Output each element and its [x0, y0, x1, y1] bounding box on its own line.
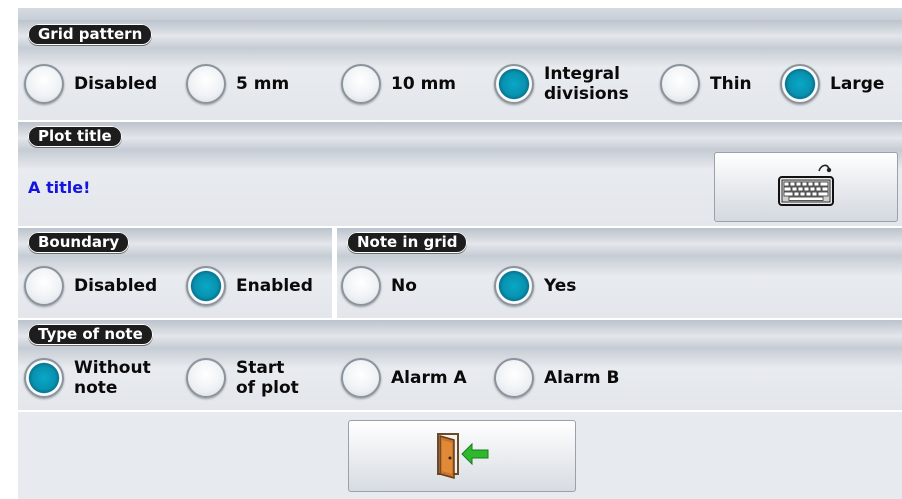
grid-option-large[interactable]: Large	[780, 64, 884, 104]
settings-window: Grid pattern Disabled 5 mm 10 mm Integra…	[18, 8, 902, 499]
exit-door-icon	[432, 428, 492, 484]
grid-pattern-tab: Grid pattern	[28, 24, 153, 45]
radio-button[interactable]	[341, 266, 381, 306]
top-strip	[18, 8, 902, 20]
radio-button[interactable]	[494, 358, 534, 398]
radio-button-checked[interactable]	[494, 64, 534, 104]
radio-button[interactable]	[660, 64, 700, 104]
option-label: Alarm A	[391, 368, 467, 388]
radio-button-checked[interactable]	[780, 64, 820, 104]
note-option-without-note[interactable]: Without note	[24, 358, 151, 398]
option-label: Enabled	[236, 276, 313, 296]
radio-button-checked[interactable]	[186, 266, 226, 306]
radio-button[interactable]	[341, 64, 381, 104]
option-label: Integral divisions	[544, 64, 629, 104]
note-option-start-of-plot[interactable]: Start of plot	[186, 358, 299, 398]
option-label: Disabled	[74, 74, 158, 94]
radio-button-checked[interactable]	[24, 358, 64, 398]
option-label: Without note	[74, 358, 151, 398]
note-option-alarm-a[interactable]: Alarm A	[341, 358, 467, 398]
option-label: Yes	[544, 276, 577, 296]
grid-option-disabled[interactable]: Disabled	[24, 64, 157, 104]
boundary-tab: Boundary	[28, 232, 130, 253]
boundary-option-enabled[interactable]: Enabled	[186, 266, 313, 306]
option-label: No	[391, 276, 417, 296]
radio-button[interactable]	[24, 64, 64, 104]
keyboard-icon	[775, 161, 837, 213]
option-label: Start of plot	[236, 358, 299, 398]
radio-button[interactable]	[186, 64, 226, 104]
option-label: 10 mm	[391, 74, 457, 94]
grid-option-integral-divisions[interactable]: Integral divisions	[494, 64, 629, 104]
option-label: Thin	[710, 74, 752, 94]
exit-button[interactable]	[348, 420, 576, 492]
radio-button[interactable]	[186, 358, 226, 398]
boundary-option-disabled[interactable]: Disabled	[24, 266, 157, 306]
option-label: Large	[830, 74, 885, 94]
note-option-alarm-b[interactable]: Alarm B	[494, 358, 619, 398]
option-label: Alarm B	[544, 368, 620, 388]
radio-button[interactable]	[24, 266, 64, 306]
grid-option-5mm[interactable]: 5 mm	[186, 64, 289, 104]
type-of-note-tab: Type of note	[28, 324, 153, 345]
plot-title-tab: Plot title	[28, 126, 122, 147]
radio-button[interactable]	[341, 358, 381, 398]
grid-option-thin[interactable]: Thin	[660, 64, 752, 104]
note-in-grid-option-no[interactable]: No	[341, 266, 417, 306]
note-in-grid-tab: Note in grid	[347, 232, 468, 253]
keyboard-button[interactable]	[714, 152, 898, 222]
option-label: 5 mm	[236, 74, 290, 94]
radio-button-checked[interactable]	[494, 266, 534, 306]
grid-option-10mm[interactable]: 10 mm	[341, 64, 456, 104]
plot-title-value[interactable]: A title!	[28, 178, 90, 197]
note-in-grid-option-yes[interactable]: Yes	[494, 266, 576, 306]
option-label: Disabled	[74, 276, 158, 296]
